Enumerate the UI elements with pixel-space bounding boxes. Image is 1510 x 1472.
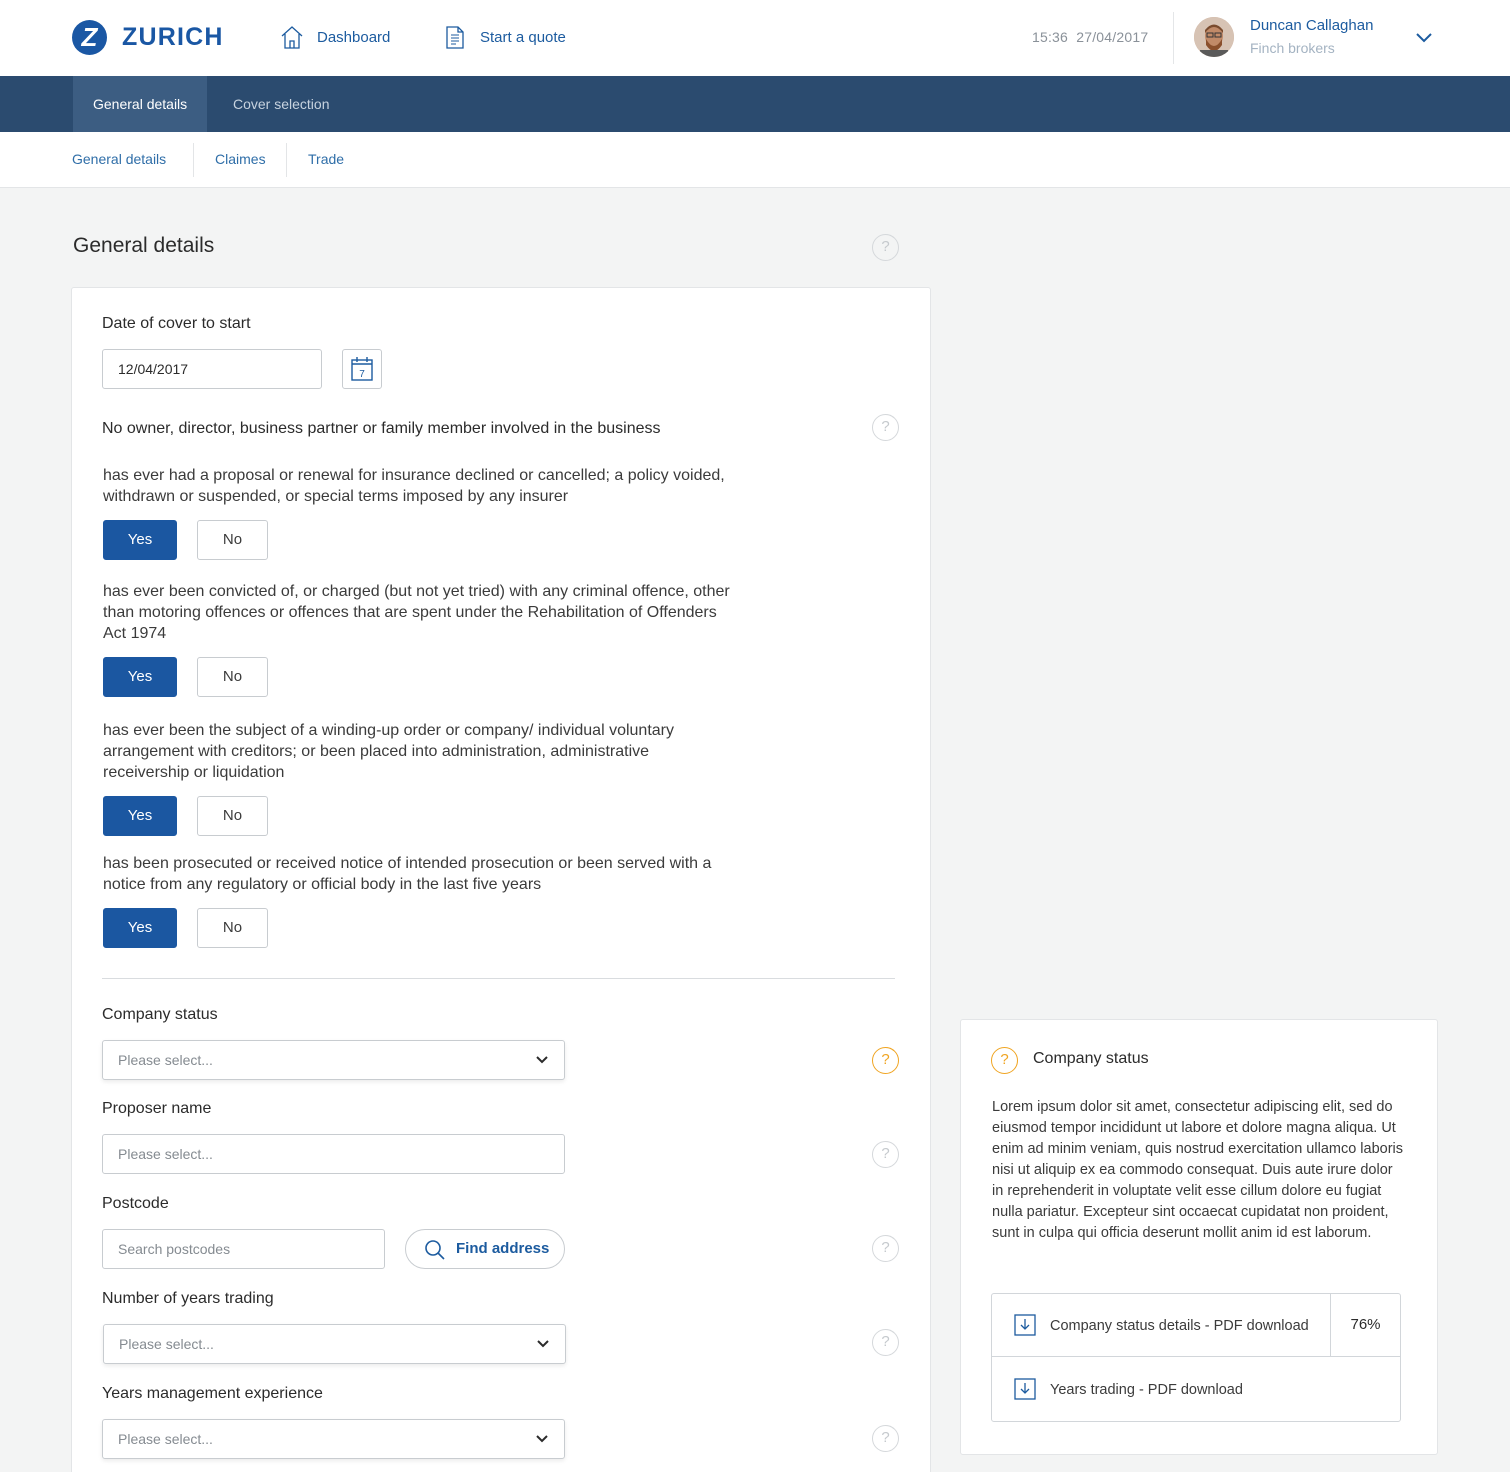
question-3-no-button[interactable]: No — [197, 796, 268, 836]
find-address-label: Find address — [456, 1240, 550, 1257]
company-status-select[interactable]: Please select... — [102, 1040, 565, 1080]
company-status-label: Company status — [102, 1006, 218, 1023]
years-trading-placeholder: Please select... — [119, 1336, 214, 1352]
proposer-name-label: Proposer name — [102, 1100, 212, 1117]
years-trading-select[interactable]: Please select... — [103, 1324, 566, 1364]
nav-dashboard[interactable]: Dashboard — [280, 24, 390, 50]
page-title: General details — [73, 234, 215, 257]
document-icon — [446, 26, 464, 49]
sub-navigation: General details Claimes Trade — [0, 132, 1510, 188]
postcode-label: Postcode — [102, 1195, 169, 1212]
question-3-yes-button[interactable]: Yes — [103, 796, 177, 836]
question-2-no-button[interactable]: No — [197, 657, 268, 697]
header-divider — [1173, 12, 1174, 64]
management-experience-placeholder: Please select... — [118, 1431, 213, 1447]
help-panel-question-icon: ? — [991, 1047, 1018, 1074]
top-header: Z ZURICH Dashboard Start a quote 15:36 2… — [0, 0, 1510, 76]
tab-cover-selection[interactable]: Cover selection — [213, 76, 350, 132]
user-photo-icon — [1194, 17, 1234, 57]
question-1-text: has ever had a proposal or renewal for i… — [103, 467, 725, 505]
date-of-cover-label: Date of cover to start — [102, 315, 251, 332]
help-icon[interactable]: ? — [872, 1425, 899, 1452]
help-icon[interactable]: ? — [872, 1141, 899, 1168]
question-1-yes-button[interactable]: Yes — [103, 520, 177, 560]
subnav-general-details[interactable]: General details — [72, 132, 166, 188]
find-address-button[interactable]: Find address — [405, 1229, 565, 1269]
user-name[interactable]: Duncan Callaghan — [1250, 17, 1373, 34]
help-icon[interactable]: ? — [872, 1235, 899, 1262]
chevron-down-icon — [537, 1340, 549, 1348]
questions-heading: No owner, director, business partner or … — [102, 420, 661, 437]
subnav-claimes[interactable]: Claimes — [215, 132, 266, 188]
download-progress: 76% — [1330, 1294, 1400, 1356]
download-icon — [1014, 1378, 1036, 1400]
nav-dashboard-label: Dashboard — [317, 28, 391, 46]
svg-text:7: 7 — [359, 369, 365, 380]
download-company-status-label: Company status details - PDF download — [1050, 1318, 1309, 1334]
help-panel-body: Lorem ipsum dolor sit amet, consectetur … — [992, 1099, 1404, 1241]
download-icon — [1014, 1314, 1036, 1336]
nav-start-quote[interactable]: Start a quote — [443, 24, 566, 50]
question-2-text: has ever been convicted of, or charged (… — [103, 583, 730, 642]
brand-name: ZURICH — [122, 23, 224, 51]
user-organisation: Finch brokers — [1250, 40, 1335, 56]
help-icon-active[interactable]: ? — [872, 1047, 899, 1074]
zurich-logo[interactable]: Z ZURICH — [72, 20, 224, 55]
calendar-button[interactable]: 7 — [342, 349, 382, 389]
calendar-icon: 7 — [351, 357, 373, 381]
datetime: 15:36 27/04/2017 — [1032, 29, 1148, 45]
help-icon[interactable]: ? — [872, 234, 899, 261]
question-1-no-button[interactable]: No — [197, 520, 268, 560]
chevron-down-icon — [536, 1435, 548, 1443]
chevron-down-icon[interactable] — [1414, 30, 1434, 44]
downloads-list: Company status details - PDF download 76… — [991, 1293, 1401, 1422]
main-tab-bar: General details Cover selection — [0, 76, 1510, 132]
download-years-trading-label: Years trading - PDF download — [1050, 1382, 1243, 1398]
years-trading-label: Number of years trading — [102, 1290, 274, 1307]
help-panel-title: Company status — [1033, 1050, 1149, 1067]
tab-general-details[interactable]: General details — [73, 76, 208, 132]
search-icon — [425, 1240, 445, 1260]
management-experience-label: Years management experience — [102, 1385, 323, 1402]
help-icon[interactable]: ? — [872, 414, 899, 441]
download-company-status[interactable]: Company status details - PDF download 76… — [992, 1294, 1400, 1358]
question-3-text: has ever been the subject of a winding-u… — [103, 722, 674, 781]
question-4-text: has been prosecuted or received notice o… — [103, 855, 712, 893]
management-experience-select[interactable]: Please select... — [102, 1419, 565, 1459]
downloads-divider — [992, 1356, 1400, 1357]
question-4-no-button[interactable]: No — [197, 908, 268, 948]
question-4-yes-button[interactable]: Yes — [103, 908, 177, 948]
chevron-down-icon — [536, 1056, 548, 1064]
question-2-yes-button[interactable]: Yes — [103, 657, 177, 697]
subnav-divider — [193, 143, 194, 177]
help-icon[interactable]: ? — [872, 1329, 899, 1356]
date-of-cover-input[interactable]: 12/04/2017 — [102, 349, 322, 389]
company-status-placeholder: Please select... — [118, 1052, 213, 1068]
avatar[interactable] — [1194, 17, 1234, 57]
subnav-trade[interactable]: Trade — [308, 132, 344, 188]
nav-start-quote-label: Start a quote — [480, 28, 566, 46]
proposer-name-input[interactable]: Please select... — [102, 1134, 565, 1174]
section-divider — [102, 978, 895, 979]
subnav-divider — [286, 143, 287, 177]
postcode-search-input[interactable]: Search postcodes — [102, 1229, 385, 1269]
current-time: 15:36 — [1032, 29, 1069, 45]
zurich-logo-mark-icon: Z — [72, 20, 107, 55]
current-date: 27/04/2017 — [1076, 29, 1149, 45]
download-years-trading[interactable]: Years trading - PDF download — [992, 1358, 1400, 1422]
home-icon — [281, 26, 303, 49]
